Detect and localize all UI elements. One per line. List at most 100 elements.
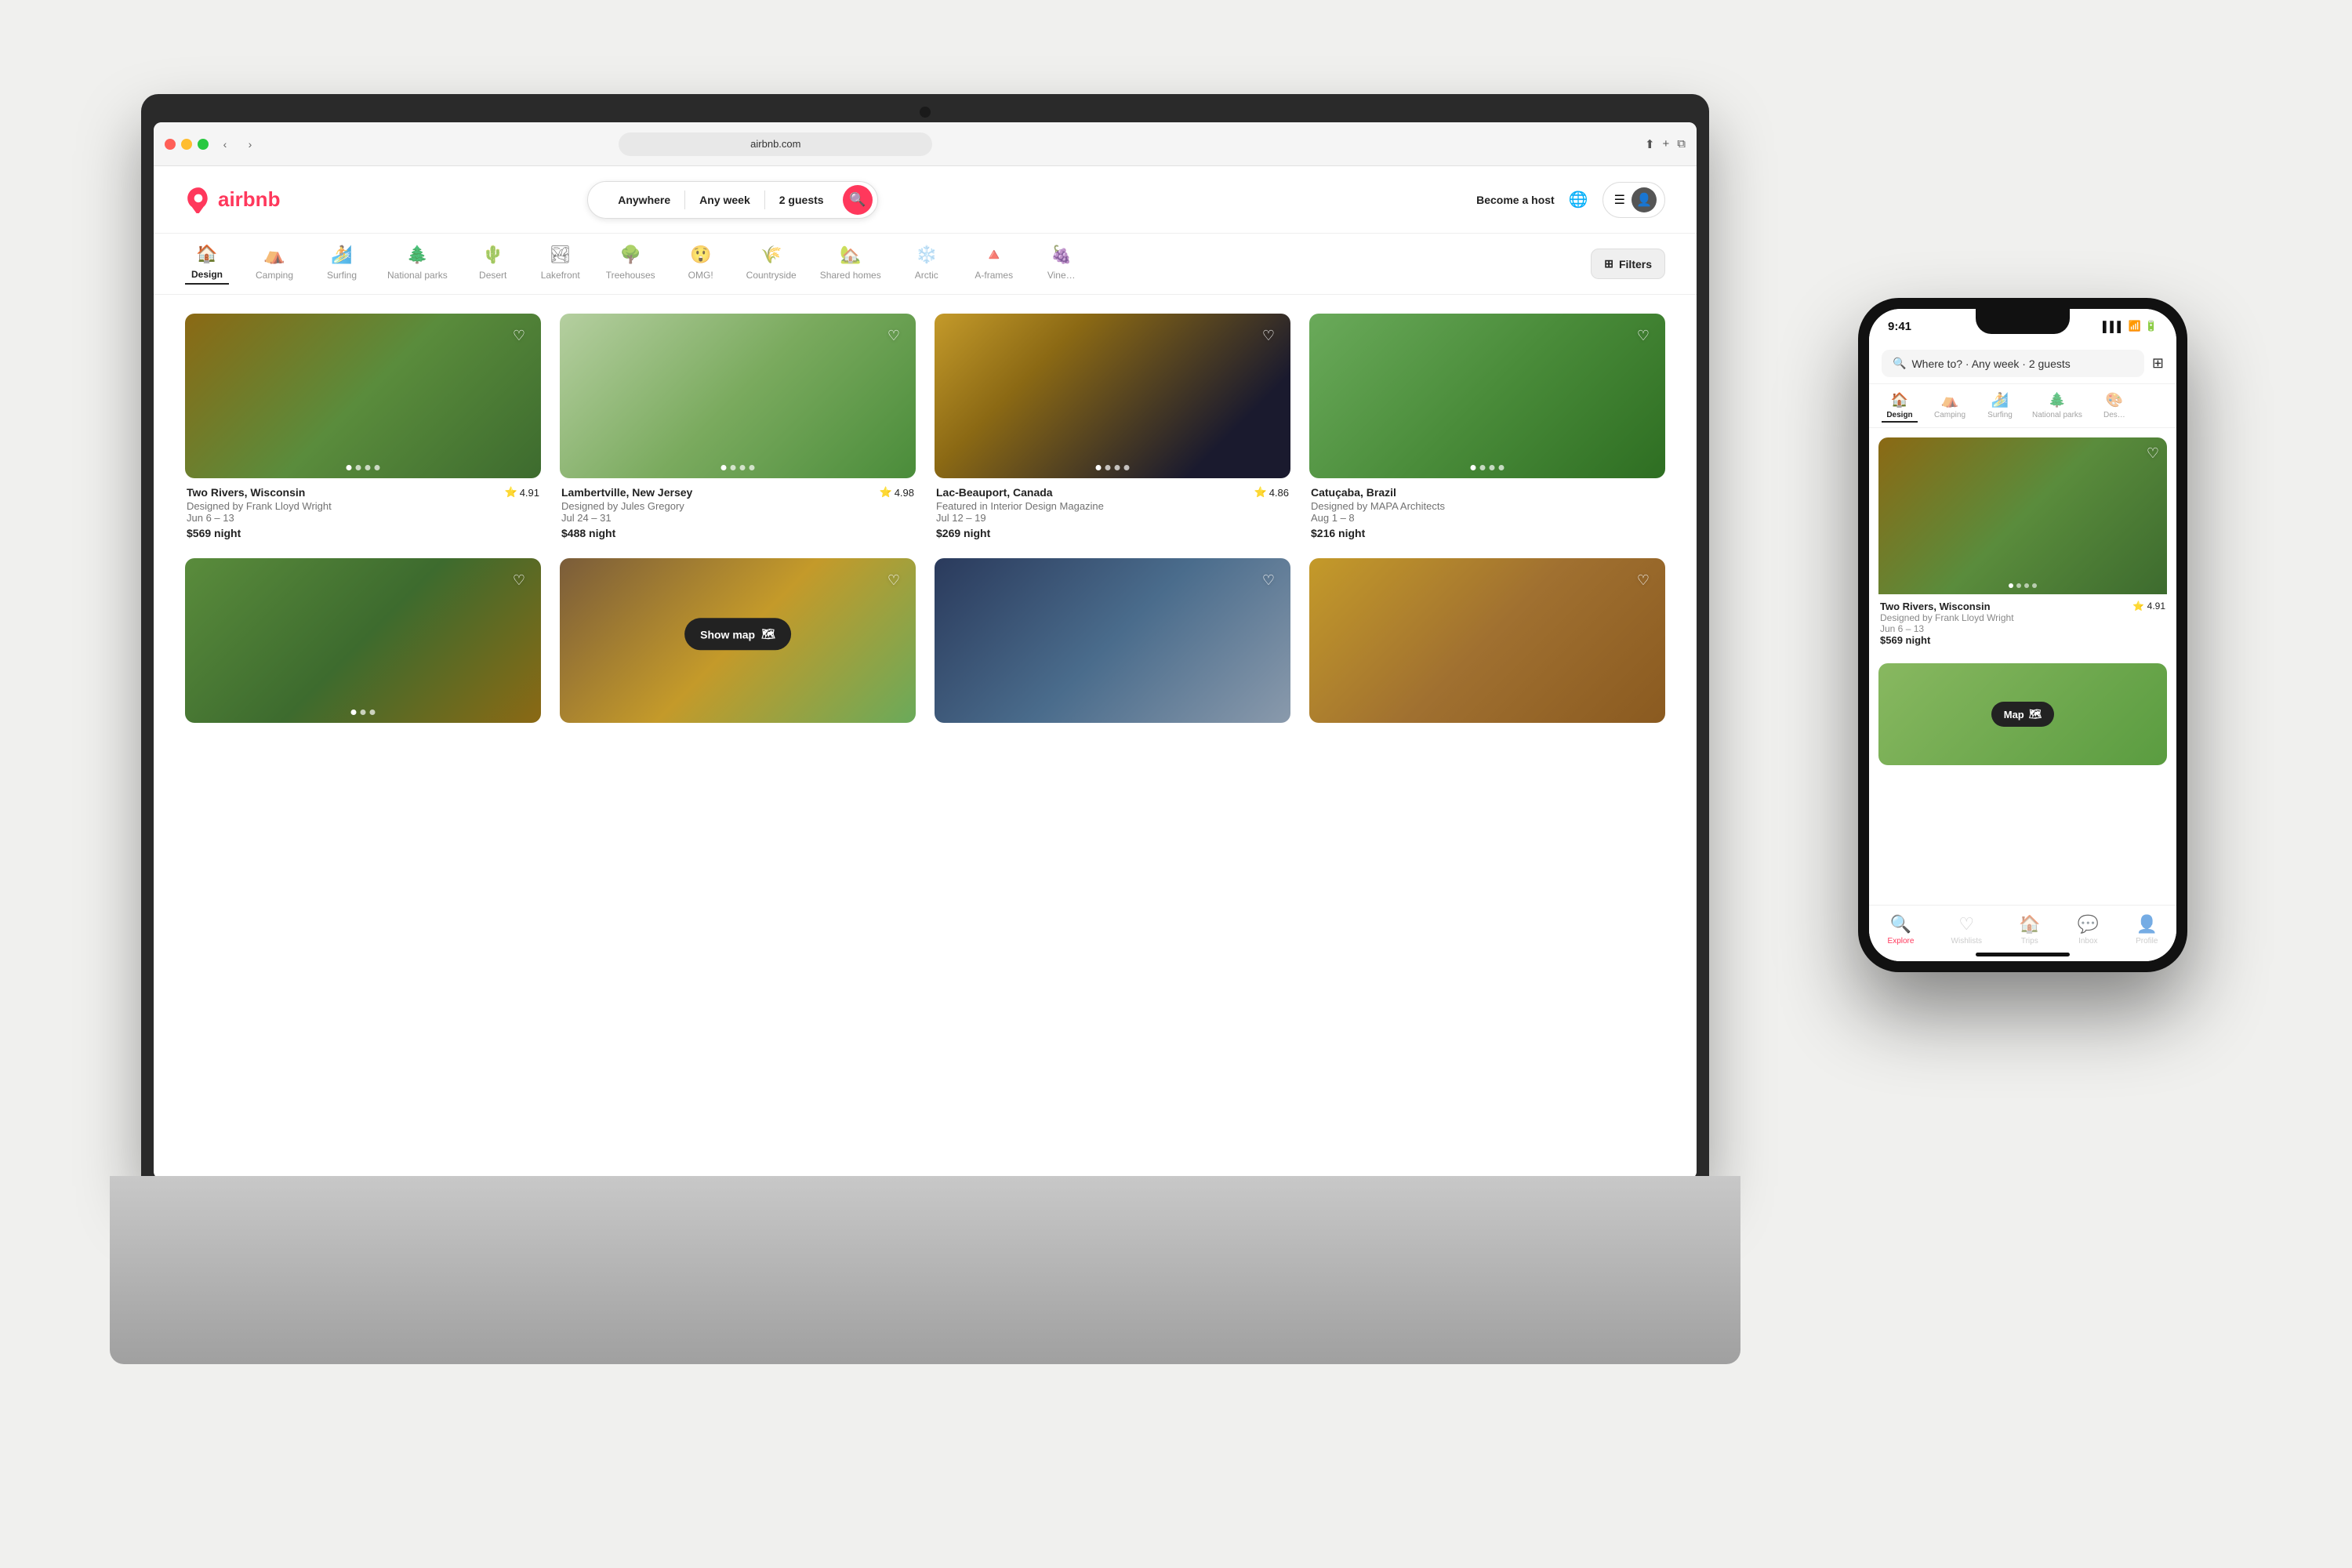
wishlist-button-6[interactable]: ♡ — [881, 568, 906, 593]
user-menu-button[interactable]: ☰ 👤 — [1602, 182, 1665, 218]
phone-filter-icon[interactable]: ⊞ — [2152, 355, 2164, 372]
category-design[interactable]: 🏠 Design — [185, 244, 229, 285]
wishlist-button-4[interactable]: ♡ — [1631, 323, 1656, 348]
wishlist-button-8[interactable]: ♡ — [1631, 568, 1656, 593]
category-vineyards[interactable]: 🍇 Vine… — [1040, 245, 1083, 284]
listing-desc-4: Designed by MAPA Architects — [1311, 500, 1664, 512]
phone-cat-design2[interactable]: 🎨 Des… — [2096, 392, 2132, 423]
browser-actions: ⬆ + ⧉ — [1645, 137, 1686, 151]
category-shared-homes[interactable]: 🏡 Shared homes — [820, 245, 881, 284]
main-search-bar[interactable]: Anywhere Any week 2 guests 🔍 — [587, 181, 877, 219]
listing-image-3: ♡ — [935, 314, 1290, 478]
forward-button[interactable]: › — [241, 136, 259, 153]
listing-info-1: Two Rivers, Wisconsin ⭐ 4.91 Designed by… — [185, 478, 541, 539]
wishlist-button-3[interactable]: ♡ — [1256, 323, 1281, 348]
wishlist-button-2[interactable]: ♡ — [881, 323, 906, 348]
listing-card-3[interactable]: ♡ Lac-Beauport, Canada ⭐ 4.86 Featured i… — [935, 314, 1290, 539]
camping-icon: ⛺ — [263, 245, 285, 265]
url-bar[interactable]: airbnb.com — [619, 132, 932, 156]
wishlist-button-1[interactable]: ♡ — [506, 323, 532, 348]
category-national-parks[interactable]: 🌲 National parks — [387, 245, 448, 284]
category-desert-label: Desert — [479, 270, 506, 281]
category-lakefront-label: Lakefront — [541, 270, 580, 281]
category-countryside[interactable]: 🌾 Countryside — [746, 245, 797, 284]
lakefront-icon: 🏞 — [550, 245, 572, 265]
phone-cat-surfing[interactable]: 🏄 Surfing — [1982, 392, 2018, 423]
category-a-frames[interactable]: 🔺 A-frames — [972, 245, 1016, 284]
phone-wishlist-button-1[interactable]: ♡ — [2147, 445, 2159, 462]
phone-cat-camping[interactable]: ⛺ Camping — [1932, 392, 1968, 423]
phone-map-button[interactable]: Map 🗺 — [1991, 702, 2055, 727]
tabs-icon[interactable]: ⧉ — [1677, 137, 1686, 151]
shared-homes-icon: 🏡 — [840, 245, 861, 265]
share-icon[interactable]: ⬆ — [1645, 137, 1655, 151]
close-window-button[interactable] — [165, 139, 176, 150]
listing-info-3: Lac-Beauport, Canada ⭐ 4.86 Featured in … — [935, 478, 1290, 539]
listing-card-4[interactable]: ♡ Catuçaba, Brazil Designed by MAPA Arch… — [1309, 314, 1665, 539]
filters-button[interactable]: ⊞ Filters — [1591, 249, 1665, 279]
inbox-nav-icon: 💬 — [2078, 914, 2099, 935]
add-tab-icon[interactable]: + — [1663, 137, 1670, 151]
category-omg[interactable]: 😲 OMG! — [679, 245, 723, 284]
language-icon[interactable]: 🌐 — [1569, 190, 1588, 209]
category-arctic[interactable]: ❄️ Arctic — [905, 245, 949, 284]
phone-nav-wishlists[interactable]: ♡ Wishlists — [1951, 914, 1982, 946]
show-map-button[interactable]: Show map 🗺 — [684, 618, 791, 650]
listing-rating-3: ⭐ 4.86 — [1254, 486, 1290, 499]
laptop-device: ‹ › airbnb.com ⬆ + ⧉ airbnb — [141, 94, 1709, 1364]
listing-card-7[interactable]: ♡ — [935, 558, 1290, 723]
phone-listings: ♡ Two Rivers, Wisconsin ⭐ 4.91 Designed … — [1869, 428, 2176, 905]
listing-rating-1: ⭐ 4.91 — [505, 486, 540, 499]
phone-national-parks-label: National parks — [2032, 411, 2082, 419]
phone-cat-design[interactable]: 🏠 Design — [1882, 392, 1918, 423]
category-camping[interactable]: ⛺ Camping — [252, 245, 296, 284]
listing-card-5[interactable]: ♡ — [185, 558, 541, 723]
logo[interactable]: airbnb — [185, 187, 280, 213]
a-frames-icon: 🔺 — [983, 245, 1004, 265]
listing-price-2: $488 night — [561, 527, 914, 539]
phone-search-input[interactable]: 🔍 Where to? · Any week · 2 guests — [1882, 350, 2144, 377]
listing-card-2[interactable]: ♡ Lambertville, New Jersey ⭐ 4.98 Design… — [560, 314, 916, 539]
listings-grid: ♡ Two Rivers, Wisconsin ⭐ 4.91 Designed … — [185, 314, 1665, 723]
search-submit-button[interactable]: 🔍 — [843, 185, 873, 215]
guests-button[interactable]: 2 guests — [765, 191, 838, 209]
phone-nav-explore[interactable]: 🔍 Explore — [1888, 914, 1915, 946]
category-nav: 🏠 Design ⛺ Camping 🏄 Surfing 🌲 National … — [154, 234, 1697, 295]
listing-card-6[interactable]: ♡ Show map 🗺 — [560, 558, 916, 723]
category-arctic-label: Arctic — [915, 270, 938, 281]
minimize-window-button[interactable] — [181, 139, 192, 150]
category-treehouses-label: Treehouses — [606, 270, 655, 281]
back-button[interactable]: ‹ — [216, 136, 234, 153]
wishlist-button-5[interactable]: ♡ — [506, 568, 532, 593]
category-a-frames-label: A-frames — [975, 270, 1013, 281]
phone-listing-location: Two Rivers, Wisconsin — [1880, 601, 1991, 612]
category-vineyards-label: Vine… — [1047, 270, 1076, 281]
phone-nav-profile[interactable]: 👤 Profile — [2136, 914, 2158, 946]
omg-icon: 😲 — [690, 245, 711, 265]
laptop-screen: ‹ › airbnb.com ⬆ + ⧉ airbnb — [154, 122, 1697, 1179]
category-surfing[interactable]: 🏄 Surfing — [320, 245, 364, 284]
any-week-button[interactable]: Any week — [685, 191, 765, 209]
phone-map-card[interactable]: Map 🗺 — [1878, 663, 2167, 765]
user-avatar: 👤 — [1632, 187, 1657, 212]
anywhere-button[interactable]: Anywhere — [604, 191, 685, 209]
desert-icon: 🌵 — [482, 245, 503, 265]
phone-listing-card-1[interactable]: ♡ Two Rivers, Wisconsin ⭐ 4.91 Designed … — [1878, 437, 2167, 652]
vineyards-icon: 🍇 — [1051, 245, 1072, 265]
category-lakefront[interactable]: 🏞 Lakefront — [539, 245, 583, 284]
phone-cat-national-parks[interactable]: 🌲 National parks — [2032, 392, 2082, 423]
wishlist-button-7[interactable]: ♡ — [1256, 568, 1281, 593]
phone-nav-trips[interactable]: 🏠 Trips — [2019, 914, 2040, 946]
category-camping-label: Camping — [256, 270, 293, 281]
become-host-link[interactable]: Become a host — [1476, 194, 1555, 206]
category-treehouses[interactable]: 🌳 Treehouses — [606, 245, 655, 284]
phone-nav-inbox[interactable]: 💬 Inbox — [2078, 914, 2099, 946]
fullscreen-window-button[interactable] — [198, 139, 209, 150]
listing-card-8[interactable]: ♡ — [1309, 558, 1665, 723]
listing-card-1[interactable]: ♡ Two Rivers, Wisconsin ⭐ 4.91 Designed … — [185, 314, 541, 539]
browser-toolbar: ‹ › airbnb.com ⬆ + ⧉ — [154, 122, 1697, 166]
listing-image-7: ♡ — [935, 558, 1290, 723]
category-desert[interactable]: 🌵 Desert — [471, 245, 515, 284]
phone-design2-label: Des… — [2103, 411, 2125, 419]
phone-design2-icon: 🎨 — [2106, 392, 2123, 408]
